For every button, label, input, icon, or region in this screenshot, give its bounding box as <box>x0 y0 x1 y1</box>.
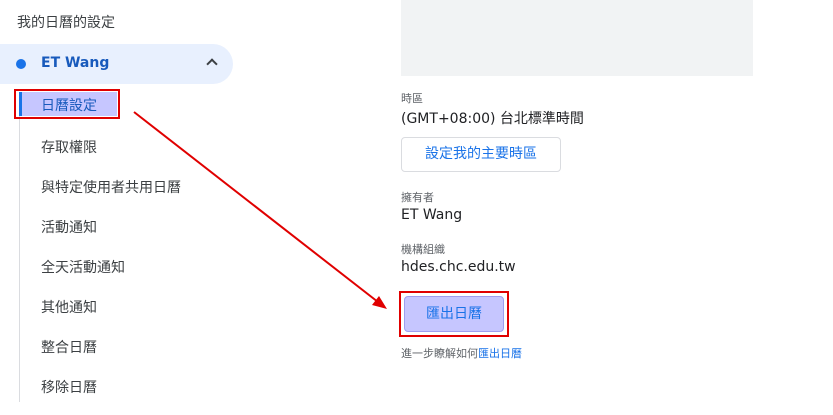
set-primary-timezone-button[interactable]: 設定我的主要時區 <box>401 137 561 172</box>
export-help-text: 進一步瞭解如何匯出日曆 <box>401 345 522 361</box>
arrow-head <box>372 296 387 309</box>
owner-label: 擁有者 <box>401 191 434 204</box>
export-calendar-button[interactable]: 匯出日曆 <box>404 296 504 332</box>
sidebar-item-all-day-notifications[interactable]: 全天活動通知 <box>41 257 125 277</box>
sidebar-item-calendar-settings[interactable]: 日曆設定 <box>41 95 97 115</box>
sidebar-item-event-notifications[interactable]: 活動通知 <box>41 217 97 237</box>
sidebar-item-integrate-calendar[interactable]: 整合日曆 <box>41 337 97 357</box>
timezone-label: 時區 <box>401 92 423 105</box>
chevron-up-icon[interactable] <box>206 58 218 70</box>
calendar-settings-page: 我的日曆的設定 ET Wang 日曆設定 存取權限 與特定使用者共用日曆 活動通… <box>0 0 833 415</box>
section-title: 我的日曆的設定 <box>17 15 115 31</box>
calendar-header-row[interactable]: ET Wang <box>0 44 233 84</box>
organization-value: hdes.chc.edu.tw <box>401 259 516 275</box>
help-prefix: 進一步瞭解如何 <box>401 347 478 360</box>
organization-label: 機構組織 <box>401 243 445 256</box>
sidebar-item-share-with-people[interactable]: 與特定使用者共用日曆 <box>41 177 181 197</box>
sidebar-item-access-permissions[interactable]: 存取權限 <box>41 137 97 157</box>
calendar-color-dot <box>16 59 26 69</box>
nav-guide-line <box>19 92 20 402</box>
timezone-value: (GMT+08:00) 台北標準時間 <box>401 111 584 127</box>
owner-value: ET Wang <box>401 207 463 223</box>
sidebar-item-other-notifications[interactable]: 其他通知 <box>41 297 97 317</box>
help-export-link[interactable]: 匯出日曆 <box>478 347 522 360</box>
calendar-name: ET Wang <box>41 55 110 71</box>
sidebar-item-remove-calendar[interactable]: 移除日曆 <box>41 377 97 397</box>
description-field[interactable] <box>401 0 753 76</box>
arrow-line <box>133 111 379 303</box>
